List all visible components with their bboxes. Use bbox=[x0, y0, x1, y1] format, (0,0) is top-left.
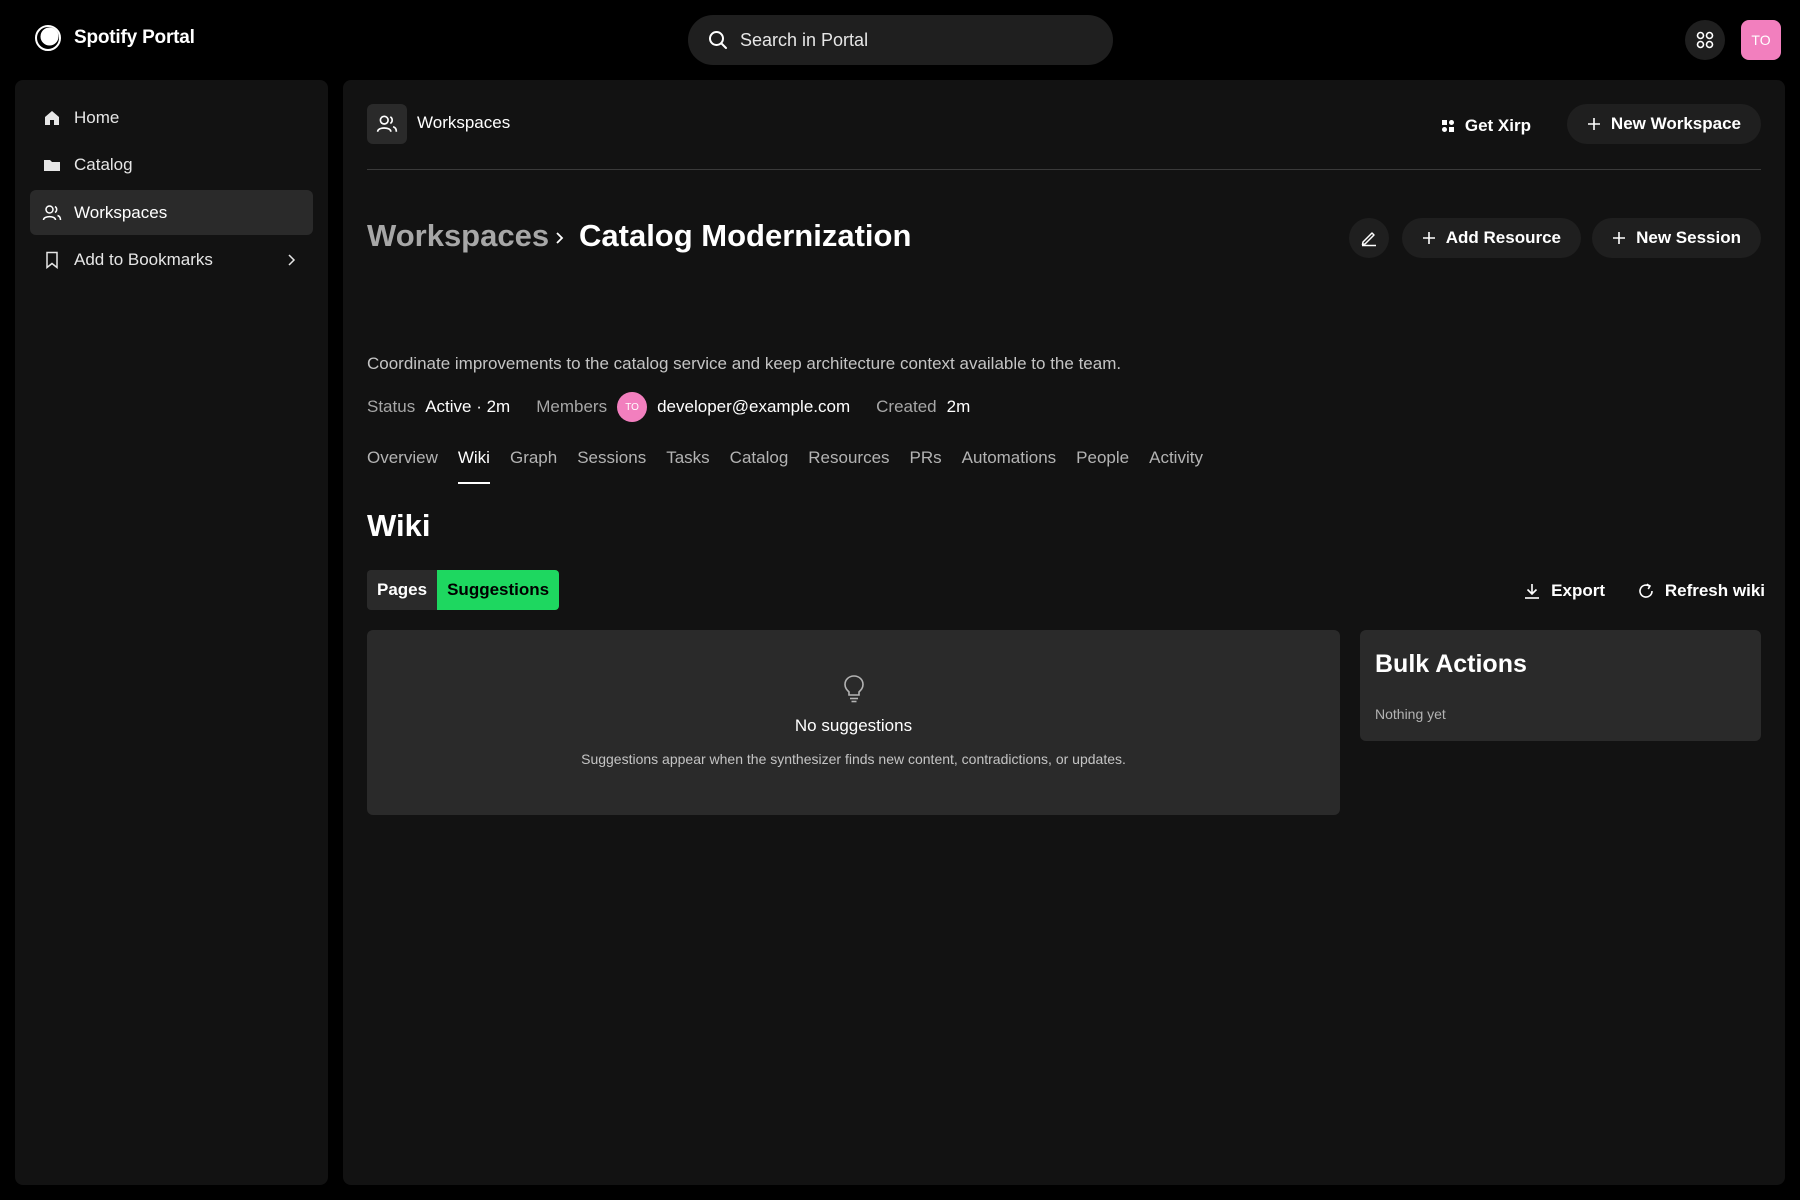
search-input[interactable]: Search in Portal bbox=[740, 30, 868, 51]
tab-people[interactable]: People bbox=[1076, 448, 1129, 484]
xirp-icon bbox=[1441, 120, 1454, 132]
search-icon bbox=[709, 31, 727, 49]
tab-activity[interactable]: Activity bbox=[1149, 448, 1203, 484]
wiki-segment-control: Pages Suggestions bbox=[367, 570, 560, 610]
new-workspace-label: New Workspace bbox=[1610, 114, 1741, 133]
app-name: Spotify Portal bbox=[74, 27, 195, 48]
segment-suggestions[interactable]: Suggestions bbox=[437, 570, 560, 610]
bulk-actions-card: Bulk Actions Nothing yet bbox=[1360, 630, 1761, 741]
new-workspace-button[interactable]: New Workspace bbox=[1566, 104, 1761, 144]
sidebar: Home Catalog Workspaces Add to Bookmarks bbox=[15, 80, 328, 1185]
sidebar-item-workspaces[interactable]: Workspaces bbox=[30, 190, 313, 235]
segment-pages[interactable]: Pages bbox=[367, 570, 438, 610]
status-label: Status bbox=[367, 397, 416, 416]
member-avatar[interactable]: TO bbox=[617, 392, 648, 422]
tab-automations[interactable]: Automations bbox=[962, 448, 1057, 484]
search-bar[interactable]: Search in Portal bbox=[688, 15, 1113, 65]
tab-overview[interactable]: Overview bbox=[367, 448, 438, 484]
tab-tasks[interactable]: Tasks bbox=[666, 448, 709, 484]
get-xirp-button[interactable]: Get Xirp bbox=[1441, 110, 1531, 142]
suggestions-empty-state: No suggestions Suggestions appear when t… bbox=[367, 630, 1340, 815]
tab-catalog[interactable]: Catalog bbox=[730, 448, 789, 484]
add-resource-label: Add Resource bbox=[1445, 228, 1561, 247]
tab-wiki[interactable]: Wiki bbox=[457, 448, 491, 484]
sidebar-item-add-to-bookmarks[interactable]: Add to Bookmarks bbox=[30, 238, 313, 283]
refresh-icon bbox=[1639, 583, 1653, 598]
download-icon bbox=[1525, 584, 1540, 599]
pencil-icon bbox=[1361, 232, 1376, 247]
empty-state-subtitle: Suggestions appear when the synthesizer … bbox=[581, 751, 1126, 767]
user-avatar[interactable]: TO bbox=[1741, 20, 1781, 60]
bulk-actions-title: Bulk Actions bbox=[1375, 650, 1527, 678]
workspaces-icon bbox=[367, 104, 407, 144]
sidebar-item-home[interactable]: Home bbox=[30, 95, 313, 140]
tab-graph[interactable]: Graph bbox=[510, 448, 557, 484]
plus-icon bbox=[1613, 232, 1626, 244]
chevron-right-icon bbox=[288, 253, 296, 266]
sidebar-item-label: Catalog bbox=[74, 155, 133, 174]
portal-logo-icon bbox=[35, 25, 61, 51]
sidebar-item-label: Home bbox=[74, 107, 120, 127]
export-button[interactable]: Export bbox=[1523, 576, 1605, 606]
created-value: 2m bbox=[946, 397, 971, 416]
empty-state-title: No suggestions bbox=[794, 716, 913, 735]
edit-button[interactable] bbox=[1349, 218, 1389, 258]
home-icon bbox=[42, 108, 62, 128]
plus-icon bbox=[1587, 118, 1600, 130]
folder-icon bbox=[42, 155, 62, 175]
tab-prs[interactable]: PRs bbox=[910, 448, 942, 484]
app-logo[interactable]: Spotify Portal bbox=[34, 24, 195, 52]
status-value: Active · 2m bbox=[425, 397, 511, 416]
main-header: Workspaces Get Xirp New Workspace bbox=[367, 104, 1761, 151]
header-divider bbox=[367, 169, 1761, 170]
new-session-button[interactable]: New Session bbox=[1592, 218, 1761, 258]
apps-button[interactable] bbox=[1685, 20, 1725, 60]
workspace-tabs: Overview Wiki Graph Sessions Tasks Catal… bbox=[367, 448, 1203, 484]
breadcrumb-parent[interactable]: Workspaces bbox=[367, 218, 549, 254]
tab-sessions[interactable]: Sessions bbox=[577, 448, 646, 484]
main-panel: Workspaces Get Xirp New Workspace Worksp… bbox=[343, 80, 1785, 1185]
members-label: Members bbox=[536, 397, 608, 416]
created-label: Created bbox=[876, 397, 937, 416]
sidebar-item-catalog[interactable]: Catalog bbox=[30, 143, 313, 188]
header-title: Workspaces bbox=[417, 113, 511, 132]
export-label: Export bbox=[1551, 581, 1605, 600]
page-title: Catalog Modernization bbox=[579, 218, 912, 253]
add-resource-button[interactable]: Add Resource bbox=[1401, 218, 1581, 258]
plus-icon bbox=[1422, 232, 1435, 244]
workspace-description: Coordinate improvements to the catalog s… bbox=[367, 354, 1122, 373]
lightbulb-icon bbox=[844, 675, 864, 703]
workspace-meta: Status Active · 2m Members TO developer@… bbox=[367, 391, 996, 423]
get-xirp-label: Get Xirp bbox=[1464, 116, 1531, 135]
chevron-right-icon bbox=[556, 232, 564, 244]
command-icon bbox=[1696, 31, 1714, 49]
sidebar-item-label: Workspaces bbox=[74, 202, 168, 222]
tab-resources[interactable]: Resources bbox=[808, 448, 889, 484]
new-session-label: New Session bbox=[1636, 228, 1741, 247]
member-email: developer@example.com bbox=[657, 397, 851, 416]
section-title: Wiki bbox=[367, 508, 431, 543]
bulk-actions-subtitle: Nothing yet bbox=[1375, 706, 1446, 722]
top-bar: Spotify Portal Search in Portal TO bbox=[0, 0, 1800, 80]
refresh-wiki-button[interactable]: Refresh wiki bbox=[1637, 576, 1765, 606]
bookmark-icon bbox=[42, 250, 62, 270]
refresh-wiki-label: Refresh wiki bbox=[1664, 581, 1765, 600]
users-icon bbox=[42, 203, 62, 223]
sidebar-item-label: Add to Bookmarks bbox=[74, 250, 213, 269]
breadcrumb: Workspaces Catalog Modernization Add Res… bbox=[367, 216, 1761, 260]
